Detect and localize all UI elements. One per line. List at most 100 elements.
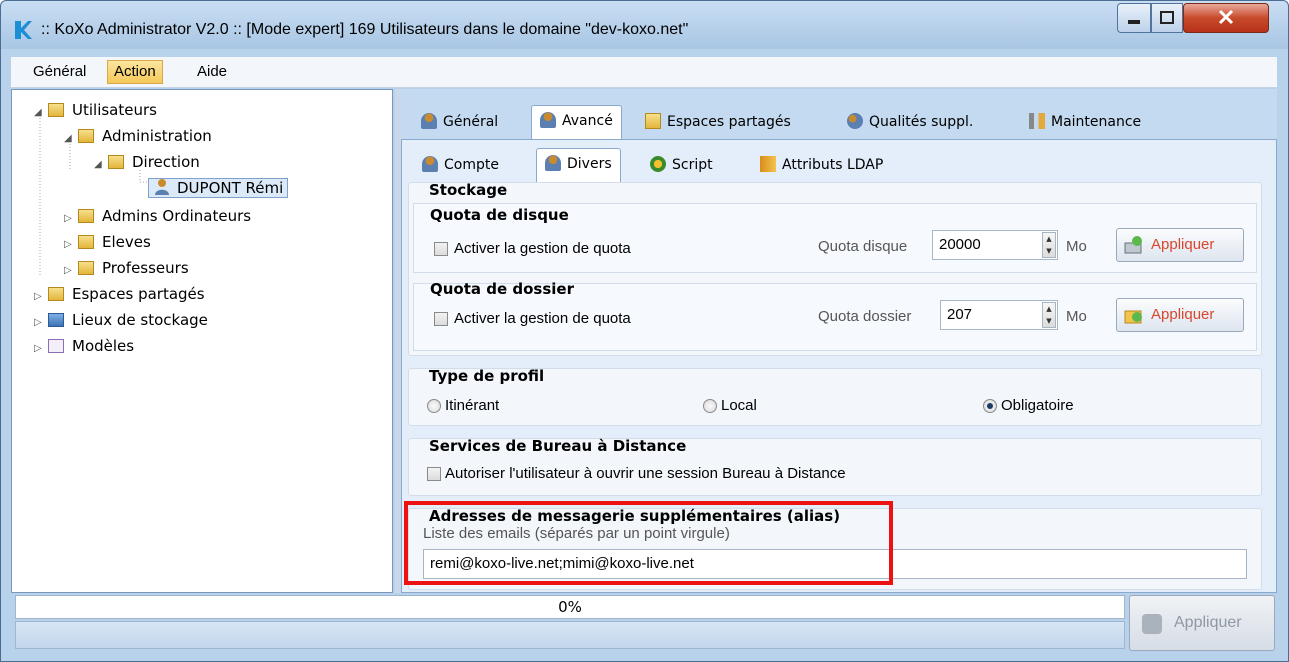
collapsed-arrow-icon[interactable]: ▷ [64,207,78,231]
menu-general[interactable]: Général [27,61,92,83]
tree-node-professeurs[interactable]: ▷ Professeurs [64,256,189,280]
apply-button[interactable]: Appliquer [1129,595,1275,651]
folder-icon [108,155,124,169]
tree-node-eleves[interactable]: ▷ Eleves [64,230,151,254]
storage-icon [48,313,64,327]
quota-dossier-unit: Mo [1066,308,1087,325]
stockage-group: Stockage Quota de disque Activer la gest… [408,181,1262,356]
tree-node-modeles[interactable]: ▷ Modèles [34,334,134,358]
users-group-icon [847,113,863,129]
user-icon [422,156,438,172]
bureau-distance-title: Services de Bureau à Distance [429,437,687,455]
tree-node-selected-label: DUPONT Rémi [148,178,289,198]
tree-node-espaces-partages[interactable]: ▷ Espaces partagés [34,282,205,306]
quota-dossier-title: Quota de dossier [430,280,574,298]
tree-node-utilisateurs[interactable]: ◢ Utilisateurs [34,98,157,122]
folder-icon [78,129,94,143]
apply-folder-icon [1124,310,1142,324]
quota-disque-checkbox[interactable] [434,242,448,256]
close-button[interactable] [1183,3,1269,33]
type-profil-group: Type de profil Itinérant Local Obligatoi… [408,367,1262,426]
quota-dossier-input[interactable]: 207 [940,300,1058,330]
radio-local-label: Local [721,397,757,414]
tools-icon [1029,113,1045,129]
user-icon [155,179,169,195]
highlight-box [404,501,893,585]
radio-obligatoire-label: Obligatoire [1001,397,1074,414]
menu-bar: Général Action Aide [11,57,1277,88]
collapsed-arrow-icon[interactable]: ▷ [34,311,48,335]
quota-disque-unit: Mo [1066,238,1087,255]
script-gears-icon [650,156,666,172]
radio-local[interactable] [703,399,717,413]
apply-icon [1142,614,1162,634]
bureau-distance-checkbox[interactable] [427,467,441,481]
collapsed-arrow-icon[interactable]: ▷ [64,259,78,283]
app-window: :: KoXo Administrator V2.0 :: [Mode expe… [0,0,1289,662]
maximize-button[interactable] [1151,3,1183,33]
folder-icon [48,103,64,117]
book-icon [760,156,776,172]
subtab-script[interactable]: Script [642,150,721,180]
quota-disque-apply-button[interactable]: Appliquer [1116,228,1244,262]
shared-space-icon [48,287,64,301]
subtab-attributs-ldap[interactable]: Attributs LDAP [752,150,891,180]
quota-dossier-checkbox[interactable] [434,312,448,326]
expanded-arrow-icon[interactable]: ◢ [94,153,108,177]
tab-maintenance[interactable]: Maintenance [1021,107,1149,137]
shared-space-icon [645,113,661,129]
quota-dossier-apply-button[interactable]: Appliquer [1116,298,1244,332]
quota-disque-title: Quota de disque [430,206,569,224]
tab-avance[interactable]: Avancé [531,105,622,140]
main-tab-strip: Général Avancé Espaces partagés Qualités… [401,89,1277,140]
radio-itinerant-label: Itinérant [445,397,500,414]
user-icon [540,112,556,128]
minimize-icon [1128,20,1140,24]
tree-node-direction[interactable]: ◢ Direction [94,150,200,174]
tree-node-admins-ordinateurs[interactable]: ▷ Admins Ordinateurs [64,204,251,228]
tab-espaces-partages[interactable]: Espaces partagés [637,107,799,137]
status-bar [15,621,1125,649]
menu-action[interactable]: Action [107,60,163,84]
radio-itinerant[interactable] [427,399,441,413]
progress-bar: 0% [15,595,1125,619]
type-profil-title: Type de profil [429,367,545,385]
quota-disque-checkbox-label: Activer la gestion de quota [454,240,631,257]
folder-icon [78,235,94,249]
quota-disque-group: Quota de disque Activer la gestion de qu… [413,203,1257,273]
quota-disque-input[interactable]: 20000 [932,230,1058,260]
template-icon [48,339,64,353]
tab-general[interactable]: Général [413,107,506,137]
navigation-tree: ◢ Utilisateurs ◢ Administration ◢ Direction… [11,89,393,593]
minimize-button[interactable] [1117,3,1151,33]
collapsed-arrow-icon[interactable]: ▷ [34,337,48,361]
tree-node-lieux-de-stockage[interactable]: ▷ Lieux de stockage [34,308,208,332]
user-icon [545,155,561,171]
koxo-logo-icon [15,21,32,39]
expanded-arrow-icon[interactable]: ◢ [34,101,48,125]
quota-dossier-checkbox-label: Activer la gestion de quota [454,310,631,327]
menu-aide[interactable]: Aide [191,61,233,83]
collapsed-arrow-icon[interactable]: ▷ [34,285,48,309]
tree-node-dupont-remi[interactable]: DUPONT Rémi [148,176,289,200]
radio-obligatoire[interactable] [983,399,997,413]
window-title: :: KoXo Administrator V2.0 :: [Mode expe… [41,21,689,38]
close-icon [1218,9,1234,25]
stockage-title: Stockage [429,181,508,199]
tree-node-administration[interactable]: ◢ Administration [64,124,212,148]
apply-disk-icon [1124,236,1142,254]
quota-disque-spinner[interactable]: ▲ ▼ [1042,232,1056,258]
quota-dossier-group: Quota de dossier Activer la gestion de q… [413,280,1257,351]
bureau-distance-checkbox-label: Autoriser l'utilisateur à ouvrir une ses… [445,465,846,482]
quota-dossier-spinner[interactable]: ▲ ▼ [1042,302,1056,328]
quota-dossier-label: Quota dossier [818,308,912,325]
folder-icon [78,261,94,275]
maximize-icon [1160,11,1174,24]
quota-disque-label: Quota disque [818,238,908,255]
title-bar[interactable]: :: KoXo Administrator V2.0 :: [Mode expe… [1,1,1288,49]
expanded-arrow-icon[interactable]: ◢ [64,127,78,151]
subtab-compte[interactable]: Compte [414,150,507,180]
subtab-divers[interactable]: Divers [536,148,621,183]
tab-qualites-suppl[interactable]: Qualités suppl. [839,107,981,137]
collapsed-arrow-icon[interactable]: ▷ [64,233,78,257]
